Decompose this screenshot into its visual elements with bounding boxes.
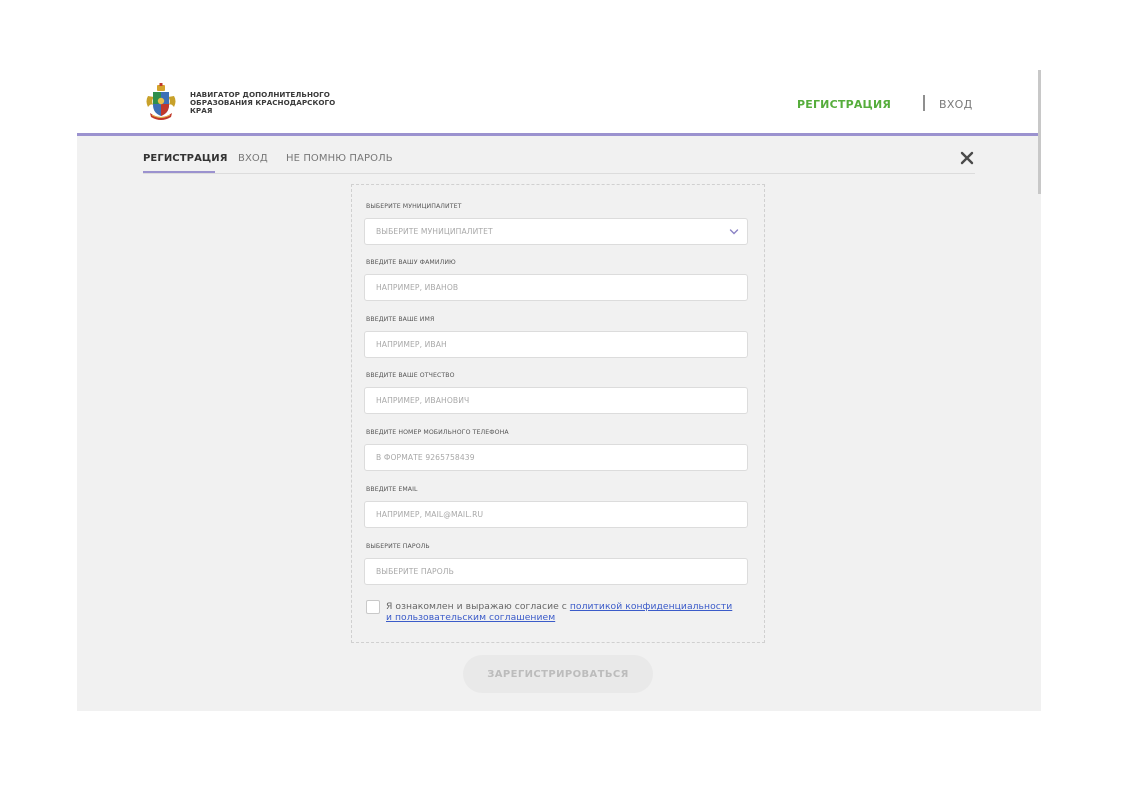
last-name-placeholder: НАПРИМЕР, ИВАНОВ [376, 283, 459, 292]
header-login-link[interactable]: ВХОД [939, 98, 973, 111]
tab-login[interactable]: ВХОД [238, 153, 268, 164]
patronymic-input[interactable]: НАПРИМЕР, ИВАНОВИЧ [364, 387, 748, 414]
last-name-label: ВВЕДИТЕ ВАШУ ФАМИЛИЮ [366, 259, 456, 266]
header-nav-divider [923, 95, 925, 111]
coat-of-arms-icon[interactable] [145, 83, 177, 121]
user-agreement-link[interactable]: и пользовательским соглашением [386, 612, 555, 623]
password-input[interactable]: ВЫБЕРИТЕ ПАРОЛЬ [364, 558, 748, 585]
page: НАВИГАТОР ДОПОЛНИТЕЛЬНОГО ОБРАЗОВАНИЯ КР… [77, 70, 1041, 711]
municipality-select[interactable]: ВЫБЕРИТЕ МУНИЦИПАЛИТЕТ [364, 218, 748, 245]
municipality-label: ВЫБЕРИТЕ МУНИЦИПАЛИТЕТ [366, 203, 462, 210]
registration-form: ВЫБЕРИТЕ МУНИЦИПАЛИТЕТ ВЫБЕРИТЕ МУНИЦИПА… [351, 184, 765, 643]
email-input[interactable]: НАПРИМЕР, MAIL@MAIL.RU [364, 501, 748, 528]
password-placeholder: ВЫБЕРИТЕ ПАРОЛЬ [376, 567, 454, 576]
privacy-policy-link[interactable]: политикой конфиденциальности [570, 601, 732, 612]
phone-label: ВВЕДИТЕ НОМЕР МОБИЛЬНОГО ТЕЛЕФОНА [366, 429, 509, 436]
register-button[interactable]: ЗАРЕГИСТРИРОВАТЬСЯ [463, 655, 653, 693]
header-register-link[interactable]: РЕГИСТРАЦИЯ [797, 98, 891, 111]
phone-placeholder: В ФОРМАТЕ 9265758439 [376, 453, 475, 462]
brand-line-3: КРАЯ [190, 106, 213, 115]
email-label: ВВЕДИТЕ EMAIL [366, 486, 418, 493]
phone-input[interactable]: В ФОРМАТЕ 9265758439 [364, 444, 748, 471]
site-header: НАВИГАТОР ДОПОЛНИТЕЛЬНОГО ОБРАЗОВАНИЯ КР… [77, 70, 1041, 136]
municipality-placeholder: ВЫБЕРИТЕ МУНИЦИПАЛИТЕТ [376, 227, 493, 236]
last-name-input[interactable]: НАПРИМЕР, ИВАНОВ [364, 274, 748, 301]
first-name-label: ВВЕДИТЕ ВАШЕ ИМЯ [366, 316, 435, 323]
tab-register[interactable]: РЕГИСТРАЦИЯ [143, 153, 228, 173]
brand-line-2: ОБРАЗОВАНИЯ КРАСНОДАРСКОГО [190, 98, 336, 107]
patronymic-placeholder: НАПРИМЕР, ИВАНОВИЧ [376, 396, 470, 405]
auth-tabs: РЕГИСТРАЦИЯ ВХОД НЕ ПОМНЮ ПАРОЛЬ [143, 150, 975, 174]
browser-viewport: НАВИГАТОР ДОПОЛНИТЕЛЬНОГО ОБРАЗОВАНИЯ КР… [0, 0, 1122, 793]
password-label: ВЫБЕРИТЕ ПАРОЛЬ [366, 543, 430, 550]
consent-checkbox[interactable] [366, 600, 380, 614]
first-name-input[interactable]: НАПРИМЕР, ИВАН [364, 331, 748, 358]
brand-title[interactable]: НАВИГАТОР ДОПОЛНИТЕЛЬНОГО ОБРАЗОВАНИЯ КР… [190, 91, 380, 115]
email-placeholder: НАПРИМЕР, MAIL@MAIL.RU [376, 510, 484, 519]
scrollbar-thumb[interactable] [1038, 70, 1041, 194]
tab-forgot-password[interactable]: НЕ ПОМНЮ ПАРОЛЬ [286, 153, 393, 164]
consent-text: Я ознакомлен и выражаю согласие с полити… [386, 601, 756, 623]
patronymic-label: ВВЕДИТЕ ВАШЕ ОТЧЕСТВО [366, 372, 455, 379]
consent-prefix: Я ознакомлен и выражаю согласие с [386, 601, 570, 612]
close-icon[interactable] [959, 150, 975, 166]
first-name-placeholder: НАПРИМЕР, ИВАН [376, 340, 447, 349]
chevron-down-icon [729, 229, 739, 235]
